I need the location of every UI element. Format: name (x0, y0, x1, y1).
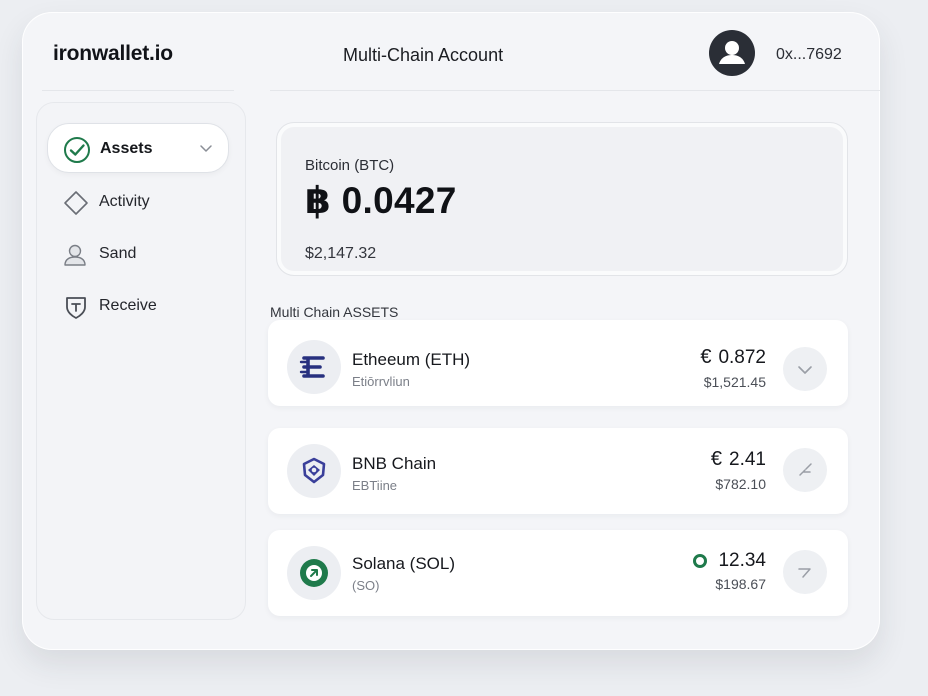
bnb-logo-icon (287, 444, 341, 498)
asset-amount: 0.872 (718, 346, 766, 368)
status-ring-icon (693, 554, 708, 568)
asset-row-eth[interactable]: Etheeum (ETH) Etiōrrvliun € 0.872 $1,521… (268, 320, 848, 406)
asset-amount-group: € 2.41 (711, 448, 766, 471)
asset-fiat-value: $198.67 (715, 576, 766, 592)
asset-name: Solana (SOL) (352, 554, 455, 573)
chevron-down-icon[interactable] (198, 140, 214, 156)
chevron-down-icon[interactable] (783, 347, 827, 391)
sidebar-item-assets[interactable]: Assets (47, 123, 229, 173)
top-bar: ironwallet.io Multi-Chain Account 0x...7… (22, 12, 880, 94)
sidebar-item-label: Assets (100, 140, 153, 157)
wallet-address[interactable]: 0x...7692 (776, 46, 842, 64)
asset-subtitle: Etiōrrvliun (352, 374, 410, 389)
person-icon (62, 241, 90, 269)
check-circle-icon (63, 136, 91, 164)
currency-symbol: € (700, 346, 712, 368)
page-title: Multi-Chain Account (343, 45, 504, 65)
sidebar-item-label: Sand (99, 245, 137, 262)
asset-amount: 12.34 (718, 550, 766, 571)
asset-amount-group: 12.34 (693, 550, 766, 572)
user-avatar-icon[interactable] (709, 30, 755, 76)
asset-amount: 2.41 (729, 448, 766, 470)
wallet-window: ironwallet.io Multi-Chain Account 0x...7… (22, 12, 880, 650)
diamond-icon (62, 189, 90, 217)
asset-name: Etheeum (ETH) (352, 350, 471, 369)
balance-asset-name: Bitcoin (BTC) (305, 157, 395, 174)
asset-fiat-value: $782.10 (715, 476, 766, 492)
balance-amount: ฿ 0.0427 (305, 180, 457, 221)
asset-fiat-value: $1,521.45 (703, 374, 766, 390)
asset-subtitle: (SO) (352, 578, 380, 593)
asset-row-sol[interactable]: Solana (SOL) (SO) 12.34 $198.67 (268, 530, 848, 616)
section-heading: Multi Chain ASSETS (270, 304, 399, 320)
divider (42, 90, 234, 91)
brand-logo[interactable]: ironwallet.io (53, 42, 173, 66)
sidebar: Assets Activity Sand Receive (36, 102, 246, 620)
sidebar-item-activity[interactable]: Activity (47, 177, 229, 227)
asset-row-bnb[interactable]: BNB Chain EBTiine € 2.41 $782.10 (268, 428, 848, 514)
asset-amount-group: € 0.872 (700, 346, 766, 369)
ethereum-logo-icon (287, 340, 341, 394)
sidebar-item-label: Receive (99, 297, 157, 314)
asset-name: BNB Chain (352, 454, 437, 473)
arrow-icon[interactable] (783, 550, 827, 594)
divider (270, 90, 880, 91)
shield-icon (62, 293, 90, 321)
solana-logo-icon (287, 546, 341, 600)
expand-icon[interactable] (783, 448, 827, 492)
currency-symbol: € (710, 448, 723, 470)
balance-card[interactable]: Bitcoin (BTC) ฿ 0.0427 $2,147.32 (276, 122, 848, 276)
asset-subtitle: EBTiine (352, 478, 398, 493)
balance-fiat-value: $2,147.32 (305, 245, 377, 262)
sidebar-item-label: Activity (99, 193, 150, 210)
sidebar-item-receive[interactable]: Receive (47, 281, 229, 331)
sidebar-item-sand[interactable]: Sand (47, 229, 229, 279)
